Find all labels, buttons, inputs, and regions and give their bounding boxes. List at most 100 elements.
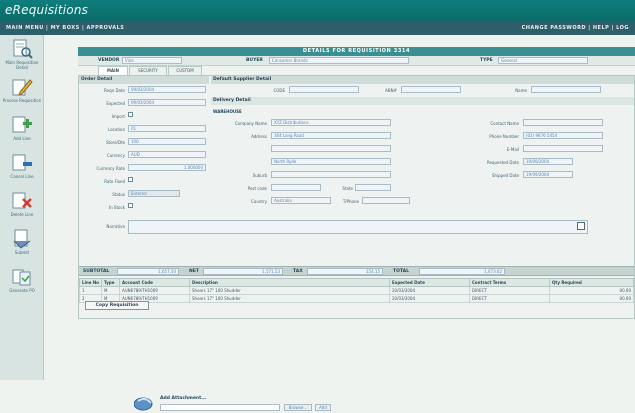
requisition-detail-panel: Order Detail Default Supplier Detail Req…	[78, 75, 635, 319]
add-line-icon	[12, 116, 32, 133]
requested-date-label: Requested Date	[486, 160, 519, 165]
user-nav-links[interactable]: CHANGE PASSWORD | HELP | LOG	[522, 25, 629, 31]
supplier-name-field[interactable]	[531, 86, 601, 93]
tphone-field[interactable]	[362, 197, 410, 204]
field-label: Currency Rate	[96, 166, 125, 171]
rate-fixed-checkbox[interactable]	[128, 177, 133, 182]
add-attachment-label: Add Attachment...	[160, 396, 207, 401]
delete-line-icon	[12, 192, 32, 209]
sidebar-item-submit[interactable]: Submit	[0, 229, 44, 255]
column-header[interactable]: Contract Terms	[469, 278, 550, 287]
company-name-field[interactable]: XYZ Distributions	[271, 119, 391, 126]
reqn-date-field[interactable]: 09/03/2004	[128, 86, 206, 93]
field-label: Reqn Date	[104, 88, 125, 93]
top-navigation: MAIN MENU | MY BOXS | APPROVALS CHANGE P…	[0, 22, 635, 35]
field-label: Rate Fixed	[104, 179, 125, 184]
sidebar-item-label: Cancel Line	[10, 174, 34, 179]
state-field[interactable]	[355, 184, 391, 191]
table-row[interactable]: 2 M AUN6789/TH1009 Shears 17" 100 Shudde…	[79, 294, 634, 303]
currency-rate-field[interactable]: 1.000000	[128, 164, 206, 171]
expected-date-cell: 20/03/2004	[389, 286, 470, 295]
total-field: 1,673.62	[419, 268, 505, 275]
country-field[interactable]: Australia	[271, 197, 331, 204]
import-checkbox[interactable]	[128, 112, 133, 117]
address-line1-field[interactable]: 364 Long Road	[271, 132, 391, 139]
tab-main[interactable]: MAIN	[98, 66, 128, 75]
field-label: Store/Dte	[105, 140, 125, 145]
main-nav-links[interactable]: MAIN MENU | MY BOXS | APPROVALS	[6, 25, 124, 31]
submit-icon	[13, 229, 31, 249]
address-line3-field[interactable]: North Ryde	[271, 158, 391, 165]
line-cell: 1	[79, 286, 102, 295]
sidebar-item-cancel-line[interactable]: Cancel Line	[0, 153, 44, 179]
column-header[interactable]: Qty Required	[549, 278, 634, 287]
column-header[interactable]: Line No	[79, 278, 102, 287]
column-header[interactable]: Expected Date	[389, 278, 470, 287]
tab-security[interactable]: SECURITY	[129, 66, 167, 75]
phone-label: Phone Number	[489, 134, 519, 139]
tax-label: TAX	[293, 269, 303, 274]
tab-strip: MAIN SECURITY CUSTOM	[78, 66, 635, 75]
postcode-label: Post code	[247, 186, 267, 191]
sidebar-item-label: Delete Line	[10, 212, 34, 217]
qty-cell: 00.00	[549, 294, 634, 303]
column-header[interactable]: Account Code	[119, 278, 190, 287]
shipped-date-field[interactable]: 19/09/2004	[523, 171, 573, 178]
net-field: 1,571.53	[203, 268, 283, 275]
app-logo: eRequisitions	[5, 3, 89, 17]
email-field[interactable]	[523, 145, 603, 152]
sidebar-item-process[interactable]: Process Requisition	[0, 77, 44, 103]
field-label: Import	[111, 114, 125, 119]
paperclip-icon	[134, 397, 153, 411]
browse-button[interactable]: Browse...	[284, 404, 312, 411]
contact-name-field[interactable]	[523, 119, 603, 126]
column-header[interactable]: Description	[189, 278, 390, 287]
expected-date-cell: 20/03/2004	[389, 294, 470, 303]
expected-date-field[interactable]: 09/03/2004	[128, 99, 206, 106]
sidebar-item-main-detail[interactable]: Main Requisition Detail	[0, 39, 44, 70]
tab-custom[interactable]: CUSTOM	[168, 66, 202, 75]
narrative-scroll-icon[interactable]	[577, 222, 585, 230]
company-label: Company Name	[234, 121, 267, 126]
email-label: E-Mail	[506, 147, 519, 152]
phone-number-field[interactable]: (02) 9876 5454	[523, 132, 603, 139]
qty-cell: 00.00	[549, 286, 634, 295]
address-line2-field[interactable]	[271, 145, 391, 152]
field-label: Status	[112, 192, 125, 197]
abn-label: ABN#	[385, 88, 397, 93]
field-label: Location	[108, 127, 125, 132]
address-label: Address	[251, 134, 267, 139]
type-label: TYPE	[480, 58, 493, 63]
add-attachment-button[interactable]: Add	[315, 404, 331, 411]
vendor-field[interactable]: Vine	[122, 57, 182, 64]
abn-field[interactable]	[401, 86, 461, 93]
currency-field[interactable]: AUD	[128, 151, 206, 158]
sidebar-item-label: Submit	[14, 250, 30, 255]
sidebar-item-add-line[interactable]: Add Line	[0, 115, 44, 141]
narrative-label: Narrative	[106, 224, 125, 229]
sidebar-item-label: Add Line	[13, 136, 31, 141]
in-stock-checkbox[interactable]	[128, 203, 133, 208]
store-field[interactable]: 100	[128, 138, 206, 145]
table-header-row: Line No Type Account Code Description Ex…	[79, 278, 634, 287]
suburb-field[interactable]	[271, 171, 391, 178]
tax-field: 154.15	[307, 268, 383, 275]
location-field[interactable]: 01	[128, 125, 206, 132]
supplier-code-field[interactable]	[289, 86, 359, 93]
net-label: NET	[189, 269, 199, 274]
attachment-file-input[interactable]	[160, 404, 280, 411]
account-cell: AUN6789/TH1009	[119, 286, 190, 295]
sidebar-item-delete-line[interactable]: Delete Line	[0, 191, 44, 217]
type-cell: M	[101, 286, 120, 295]
sidebar-item-generate-po[interactable]: Generate PO	[0, 267, 44, 293]
requested-date-field[interactable]: 19/09/2004	[523, 158, 573, 165]
table-row[interactable]: 1 M AUN6789/TH1009 Shears 17" 100 Shudde…	[79, 286, 634, 295]
field-label: Expected	[106, 101, 125, 106]
copy-requisition-button[interactable]: Copy Requisition	[85, 301, 149, 310]
narrative-field[interactable]	[128, 220, 588, 234]
column-header[interactable]: Type	[101, 278, 120, 287]
shipped-date-label: Shipped Date	[491, 173, 519, 178]
buyer-field[interactable]: Consumer Brands	[269, 57, 409, 64]
type-field[interactable]: General	[498, 57, 588, 64]
postcode-field[interactable]	[271, 184, 321, 191]
